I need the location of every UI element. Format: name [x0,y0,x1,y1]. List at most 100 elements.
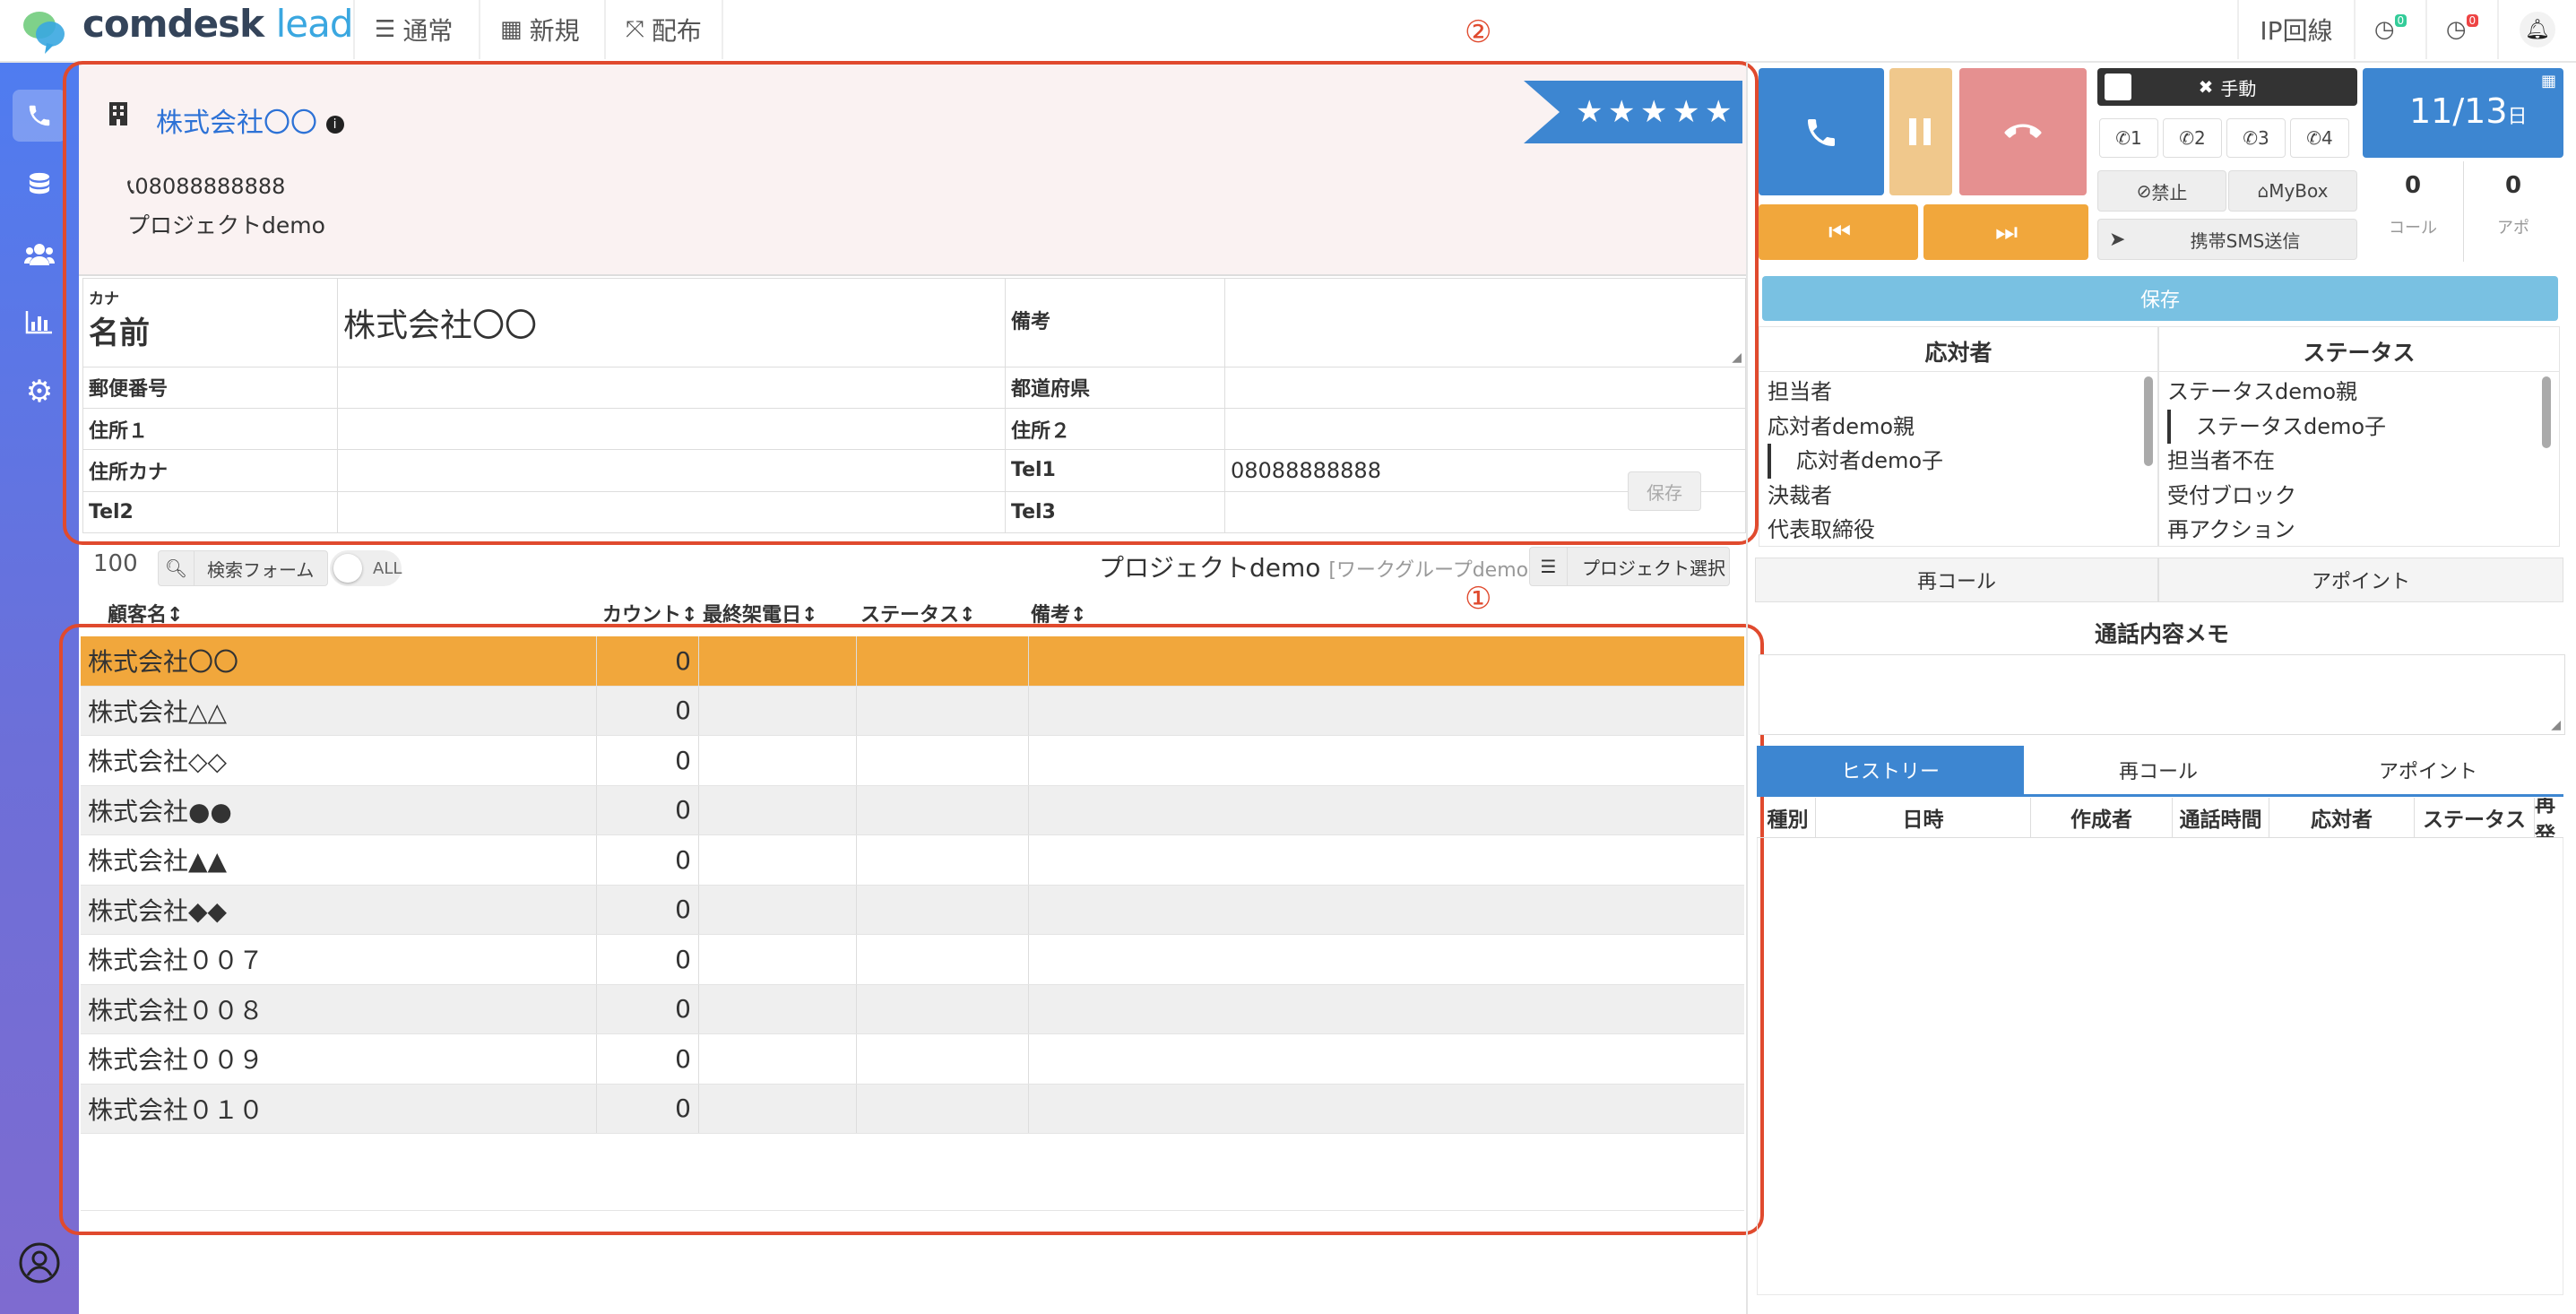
status-scrollbar[interactable] [2542,376,2551,448]
nav-label: 新規 [529,16,580,46]
project-select-button[interactable]: ☰ プロジェクト選択 [1529,547,1730,586]
history-col-duration: 通話時間 [2173,798,2269,837]
timer-button-1[interactable]: ◷ 0 [2354,0,2425,59]
tab-history[interactable]: ヒストリー [1757,746,2024,794]
ext-label: 2 [2194,127,2206,149]
sidebar-users[interactable] [13,228,66,280]
ext-label: 4 [2321,127,2333,149]
annotation-label-1: ① [1465,581,1492,617]
call-count: 0 [2404,172,2422,199]
nav-label: 配布 [651,16,702,46]
ext-button-1[interactable]: ✆ 1 [2099,118,2158,158]
brand-logo[interactable]: comdesk lead [82,2,354,46]
nav-label: 通常 [402,16,454,46]
ext-button-2[interactable]: ✆ 2 [2163,118,2222,158]
skip-back-icon: ⏮︎ [1828,217,1852,246]
annotation-label-2: ② [1465,14,1492,50]
annotation-box-2 [63,61,1759,545]
responder-item[interactable]: 代表取締役 [1768,513,2135,548]
nav-distribute[interactable]: ⤧ 配布 [604,0,723,59]
ext-label: 1 [2131,127,2142,149]
timer-button-2[interactable]: ◷ 0 [2425,0,2497,59]
expand-icon: ⤧ [626,15,644,43]
sidebar-phone[interactable] [13,90,66,142]
manual-toggle[interactable]: ✖ 手動 [2097,68,2357,106]
sms-button[interactable]: ➤ 携帯SMS送信 [2097,219,2357,260]
account-icon [19,1242,60,1284]
responder-scrollbar[interactable] [2144,376,2153,466]
appt-count-label: アポ [2497,219,2529,238]
workgroup-name: [ワークグループdemo] [1328,559,1536,582]
tab-recall[interactable]: 再コール [2024,746,2293,794]
pause-icon-bar [1923,118,1931,145]
call-save-button[interactable]: 保存 [1762,276,2558,321]
notification-button[interactable]: 🔔︎ [2497,0,2576,59]
next-button[interactable]: ⏭︎ [1923,204,2088,260]
block-label: 禁止 [2151,181,2188,203]
status-item[interactable]: ステータスdemo親 [2167,375,2535,410]
top-bar: comdesk lead ☰ 通常 ▦ 新規 ⤧ 配布 IP回線 ◷ 0 ◷ 0 🔔︎ [0,0,2576,63]
sidebar-account[interactable] [13,1237,66,1289]
responder-item[interactable]: 応対者demo子 [1768,444,2135,479]
pause-icon [1909,118,1916,145]
list-icon: ☰ [375,16,396,43]
ext-button-4[interactable]: ✆ 4 [2290,118,2349,158]
phone-icon [29,105,50,126]
ext-label: 3 [2258,127,2269,149]
ip-line-label: IP回線 [2260,16,2333,46]
clock-icon: ◷ [2373,16,2395,43]
search-form-label: 検索フォーム [207,558,315,581]
phone-icon: ✆ [2243,127,2259,149]
phone-icon [1808,119,1835,146]
status-item[interactable]: 再アクション [2167,513,2535,548]
recall-button[interactable]: 再コール [1755,558,2158,602]
search-form-button[interactable]: 🔍︎ 検索フォーム [158,550,328,586]
mybox-button[interactable]: ⌂ MyBox [2228,170,2357,212]
calendar-icon: ▦ [2540,72,2556,91]
ip-line-button[interactable]: IP回線 [2237,0,2354,59]
pause-button[interactable] [1889,68,1952,195]
hangup-button[interactable] [1959,68,2087,195]
phone-icon: ✆ [2306,127,2322,149]
block-button[interactable]: ⊘ 禁止 [2097,170,2226,212]
history-col-responder: 応対者 [2269,798,2415,837]
ext-button-3[interactable]: ✆ 3 [2226,118,2286,158]
nav-new[interactable]: ▦ 新規 [479,0,600,59]
responder-item[interactable]: 応対者demo親 [1768,410,2135,445]
gear-icon: ⚙ [25,374,54,410]
toggle-knob[interactable] [333,554,362,583]
panel-divider [1746,63,1748,1314]
stat-divider [2463,161,2464,262]
nav-normal[interactable]: ☰ 通常 [353,0,472,59]
ban-icon: ⊘ [2136,180,2152,202]
appoint-button[interactable]: アポイント [2158,558,2563,602]
sidebar-database[interactable] [13,160,66,212]
users-icon [24,244,55,265]
tab-appoint[interactable]: アポイント [2293,746,2563,794]
badge-count: 0 [2394,14,2407,27]
project-name: プロジェクトdemo [1099,553,1321,583]
skip-forward-icon: ⏭︎ [1995,217,2018,246]
project-title: プロジェクトdemo [ワークグループdemo] [1099,549,1536,584]
record-count: 100 [93,550,138,577]
responder-item[interactable]: 決裁者 [1768,479,2135,514]
status-item[interactable]: 担当者不在 [2167,444,2535,479]
responder-item[interactable]: 担当者 [1768,375,2135,410]
clock-icon: ◷ [2445,16,2467,43]
manual-checkbox[interactable] [2105,73,2131,100]
status-list: ステータスdemo親 ステータスdemo子 担当者不在 受付ブロック 再アクション [2167,375,2535,548]
call-button[interactable] [1759,68,1884,195]
status-item[interactable]: ステータスdemo子 [2167,409,2535,444]
mybox-label: MyBox [2269,180,2329,202]
date-value: 11/13 [2409,91,2508,131]
sidebar-settings[interactable]: ⚙ [13,366,66,418]
status-title: ステータス [2303,340,2416,366]
history-col-author: 作成者 [2031,798,2173,837]
status-item[interactable]: 受付ブロック [2167,479,2535,514]
prev-button[interactable]: ⏮︎ [1759,204,1918,260]
logo-icon [23,12,65,54]
date-display: ▦ 11/13日 [2363,68,2563,158]
grid-icon: ▦ [500,16,523,43]
sidebar-reports[interactable] [13,296,66,348]
memo-textarea[interactable]: ◢ [1759,654,2565,735]
